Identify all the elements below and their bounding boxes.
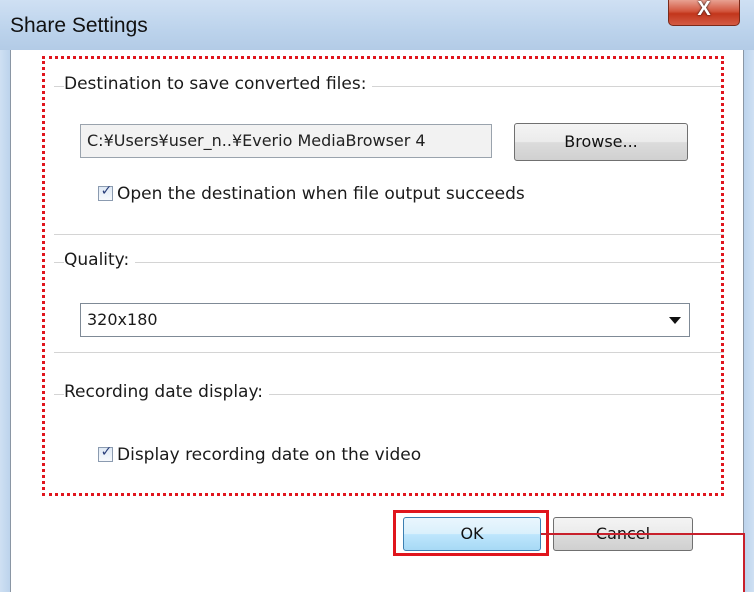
annotation-pointer-line-vertical <box>743 533 745 592</box>
window-frame-right <box>744 50 754 592</box>
close-icon: X <box>697 0 711 20</box>
window-title: Share Settings <box>10 14 148 37</box>
annotation-ok-highlight <box>393 510 549 556</box>
annotation-dotted-frame <box>42 56 724 496</box>
window-frame-left <box>0 50 10 592</box>
close-button[interactable]: X <box>668 0 740 26</box>
title-bar: Share Settings X <box>0 0 754 50</box>
annotation-pointer-line <box>541 533 745 535</box>
